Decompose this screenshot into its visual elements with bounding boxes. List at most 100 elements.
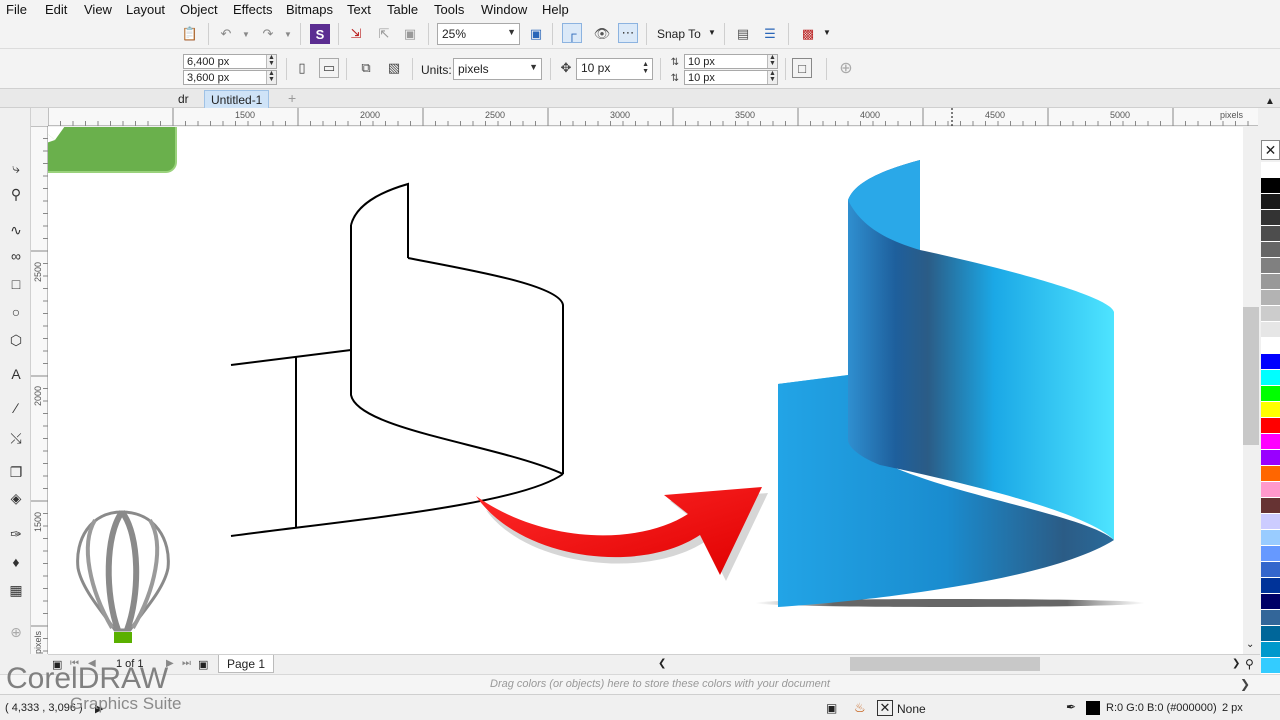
menu-table[interactable]: Table xyxy=(387,2,418,17)
palette-swatch[interactable] xyxy=(1261,354,1280,370)
rectangle-tool-icon[interactable]: □ xyxy=(6,274,26,294)
menu-layout[interactable]: Layout xyxy=(126,2,165,17)
spin-arrows-icon[interactable]: ▲ ▼ xyxy=(266,54,276,68)
document-palette[interactable]: Drag colors (or objects) here to store t… xyxy=(0,674,1280,694)
redo-dropdown-icon[interactable]: ▼ xyxy=(278,24,298,44)
palette-swatch[interactable] xyxy=(1261,434,1280,450)
vertical-scrollbar[interactable]: ⌄ xyxy=(1243,127,1259,654)
alignment-guides-icon[interactable]: ☰ xyxy=(760,24,780,44)
palette-swatch[interactable] xyxy=(1261,594,1280,610)
palette-swatch[interactable] xyxy=(1261,258,1280,274)
show-guidelines-icon[interactable]: ⋯ xyxy=(618,23,638,43)
artistic-media-icon[interactable]: ∞ xyxy=(6,246,26,266)
palette-swatch[interactable] xyxy=(1261,418,1280,434)
tab-page-1[interactable]: Page 1 xyxy=(218,655,275,673)
zoom-icon[interactable]: ⚲ xyxy=(1245,657,1254,671)
menu-file[interactable]: File xyxy=(6,2,27,17)
scroll-thumb[interactable] xyxy=(1243,307,1259,445)
palette-swatch[interactable] xyxy=(1261,402,1280,418)
smart-fill-icon[interactable]: ▦ xyxy=(6,580,26,600)
interactive-fill-icon[interactable]: ♦ xyxy=(6,552,26,572)
palette-swatch[interactable] xyxy=(1261,210,1280,226)
palette-swatch[interactable] xyxy=(1261,466,1280,482)
palette-swatch[interactable] xyxy=(1261,194,1280,210)
units-select[interactable]: pixels ▼ xyxy=(453,58,542,80)
snap-to-label[interactable]: Snap To xyxy=(657,27,701,41)
search-content-icon[interactable]: S xyxy=(310,24,330,44)
publish-pdf-icon[interactable]: ▣ xyxy=(400,24,420,44)
palette-swatch[interactable] xyxy=(1261,498,1280,514)
duplicate-y-field[interactable]: 10 px ▲ ▼ xyxy=(684,70,778,85)
outline-pen-icon[interactable]: ✒ xyxy=(1066,700,1076,714)
drawing-canvas[interactable] xyxy=(48,127,1243,654)
palette-swatch[interactable] xyxy=(1261,546,1280,562)
polygon-tool-icon[interactable]: ⬡ xyxy=(6,330,26,350)
menu-tools[interactable]: Tools xyxy=(434,2,464,17)
color-proofing-icon[interactable]: ▣ xyxy=(826,701,837,715)
palette-swatch[interactable] xyxy=(1261,242,1280,258)
scroll-down-icon[interactable]: ⌄ xyxy=(1246,639,1254,650)
last-page-icon[interactable]: ⏭ xyxy=(182,658,191,669)
palette-swatch[interactable] xyxy=(1261,306,1280,322)
no-color-swatch[interactable]: ✕ xyxy=(1261,140,1280,160)
spin-arrows-icon[interactable]: ▲ ▼ xyxy=(642,61,649,75)
palette-swatch[interactable] xyxy=(1261,642,1280,658)
parallel-dimension-icon[interactable]: ∕ xyxy=(6,398,26,418)
zoom-level-combo[interactable]: 25% ▼ xyxy=(437,23,520,45)
portrait-icon[interactable]: ▯ xyxy=(292,58,312,78)
vertical-ruler[interactable]: 2500 2000 1500 pixels xyxy=(31,126,48,654)
palette-swatch[interactable] xyxy=(1261,514,1280,530)
menu-help[interactable]: Help xyxy=(542,2,569,17)
spin-arrows-icon[interactable]: ▲ ▼ xyxy=(767,70,777,84)
freehand-tool-icon[interactable]: ∿ xyxy=(6,220,26,240)
palette-swatch[interactable] xyxy=(1261,578,1280,594)
page-height-field[interactable]: 3,600 px ▲ ▼ xyxy=(183,70,277,85)
palette-swatch[interactable] xyxy=(1261,226,1280,242)
new-tab-icon[interactable]: + xyxy=(282,90,302,108)
transparency-icon[interactable]: ◈ xyxy=(6,488,26,508)
palette-swatch[interactable] xyxy=(1261,322,1280,338)
paste-icon[interactable]: 📋 xyxy=(180,24,200,44)
palette-swatch[interactable] xyxy=(1261,290,1280,306)
menu-object[interactable]: Object xyxy=(180,2,218,17)
page-width-field[interactable]: 6,400 px ▲ ▼ xyxy=(183,54,277,69)
horizontal-ruler[interactable]: 1500 2000 2500 3000 3500 4000 4500 5000 … xyxy=(48,108,1258,126)
import-icon[interactable]: ⇲ xyxy=(346,24,366,44)
menu-bitmaps[interactable]: Bitmaps xyxy=(286,2,333,17)
text-tool-icon[interactable]: A xyxy=(6,364,26,384)
show-rulers-icon[interactable]: ┌ xyxy=(562,23,582,43)
all-pages-icon[interactable]: ⧉ xyxy=(356,58,376,78)
zoom-tool-icon[interactable]: ⚲ xyxy=(6,184,26,204)
menu-edit[interactable]: Edit xyxy=(45,2,67,17)
menu-text[interactable]: Text xyxy=(347,2,371,17)
application-launcher-icon[interactable]: ▩ xyxy=(798,24,818,44)
palette-scroll-up-icon[interactable]: ▲ xyxy=(1265,96,1275,107)
current-page-icon[interactable]: ▧ xyxy=(384,58,404,78)
palette-swatch[interactable] xyxy=(1261,178,1280,194)
palette-swatch[interactable] xyxy=(1261,274,1280,290)
redo-icon[interactable]: ↷ xyxy=(258,24,278,44)
launcher-dropdown-icon[interactable]: ▼ xyxy=(823,28,831,37)
palette-menu-icon[interactable]: ❯ xyxy=(1240,677,1250,691)
eyedropper-icon[interactable]: ✑ xyxy=(6,524,26,544)
palette-swatch[interactable] xyxy=(1261,626,1280,642)
spin-arrows-icon[interactable]: ▲ ▼ xyxy=(266,70,276,84)
palette-swatch[interactable] xyxy=(1261,658,1280,674)
palette-swatch[interactable] xyxy=(1261,162,1280,178)
palette-swatch[interactable] xyxy=(1261,530,1280,546)
full-screen-preview-icon[interactable]: ▣ xyxy=(526,24,546,44)
page-border-icon[interactable]: □ xyxy=(792,58,812,78)
palette-swatch[interactable] xyxy=(1261,482,1280,498)
undo-icon[interactable]: ↶ xyxy=(216,24,236,44)
scroll-right-icon[interactable]: ❯ xyxy=(1232,658,1240,669)
fill-bucket-icon[interactable]: ♨ xyxy=(854,700,866,716)
palette-swatch[interactable] xyxy=(1261,338,1280,354)
drop-shadow-icon[interactable]: ❐ xyxy=(6,462,26,482)
add-tool-icon[interactable]: ⊕ xyxy=(6,622,26,642)
palette-swatch[interactable] xyxy=(1261,610,1280,626)
ellipse-tool-icon[interactable]: ○ xyxy=(6,302,26,322)
spin-arrows-icon[interactable]: ▲ ▼ xyxy=(767,54,777,68)
scroll-left-icon[interactable]: ❮ xyxy=(658,658,666,669)
menu-window[interactable]: Window xyxy=(481,2,527,17)
snap-to-dropdown-icon[interactable]: ▼ xyxy=(708,28,716,37)
